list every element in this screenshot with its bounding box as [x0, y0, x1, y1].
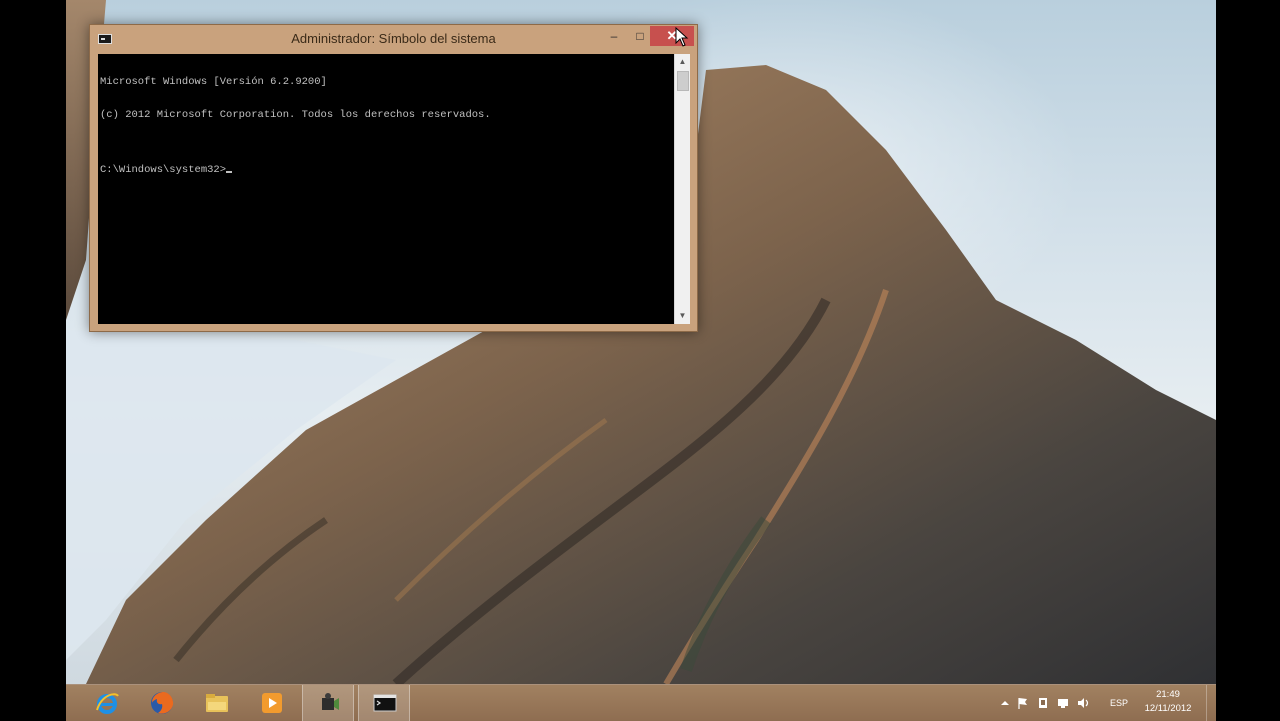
taskbar-explorer-button[interactable]	[191, 685, 243, 721]
letterbox-right	[1216, 0, 1280, 720]
console-output[interactable]: Microsoft Windows [Versión 6.2.9200] (c)…	[98, 54, 674, 324]
action-center-flag-icon[interactable]	[1016, 696, 1030, 710]
input-language[interactable]: ESP	[1106, 695, 1132, 711]
cmd-icon	[373, 694, 397, 712]
vertical-scrollbar[interactable]: ▲ ▼	[674, 54, 690, 324]
console-line: Microsoft Windows [Versión 6.2.9200]	[100, 76, 327, 88]
console-prompt-line: C:\Windows\system32>	[100, 165, 672, 176]
letterbox-left	[0, 0, 66, 720]
taskbar: ESP 21:49 12/11/2012	[66, 684, 1216, 721]
console-prompt: C:\Windows\system32>	[100, 164, 227, 176]
show-desktop-button[interactable]	[1206, 685, 1216, 721]
network-icon[interactable]	[1056, 696, 1070, 710]
title-bar[interactable]: Administrador: Símbolo del sistema – □ ✕	[90, 25, 697, 53]
camera-icon	[322, 693, 339, 710]
clock[interactable]: 21:49 12/11/2012	[1136, 688, 1200, 720]
clock-date: 12/11/2012	[1144, 703, 1192, 714]
taskbar-media-button[interactable]	[246, 685, 298, 721]
show-hidden-icons-icon[interactable]	[998, 696, 1012, 710]
device-icon[interactable]	[1036, 696, 1050, 710]
scroll-down-arrow-icon[interactable]: ▼	[675, 308, 690, 324]
console-line: (c) 2012 Microsoft Corporation. Todos lo…	[100, 109, 491, 121]
taskbar-firefox-button[interactable]	[136, 685, 188, 721]
taskbar-cmd-button[interactable]	[358, 685, 410, 721]
scroll-thumb[interactable]	[677, 71, 689, 91]
taskbar-ie-button[interactable]	[81, 685, 133, 721]
media-player-icon	[262, 693, 282, 713]
folder-icon	[206, 694, 228, 712]
cmd-window[interactable]: Administrador: Símbolo del sistema – □ ✕…	[89, 24, 698, 332]
clock-time: 21:49	[1156, 689, 1180, 700]
firefox-icon	[151, 692, 174, 714]
mouse-pointer-icon	[675, 27, 689, 47]
ie-icon	[96, 693, 119, 714]
volume-icon[interactable]	[1076, 696, 1090, 710]
text-caret	[226, 171, 233, 173]
scroll-up-arrow-icon[interactable]: ▲	[675, 54, 690, 70]
minimize-button[interactable]: –	[601, 26, 627, 46]
taskbar-recorder-button[interactable]	[302, 685, 354, 721]
